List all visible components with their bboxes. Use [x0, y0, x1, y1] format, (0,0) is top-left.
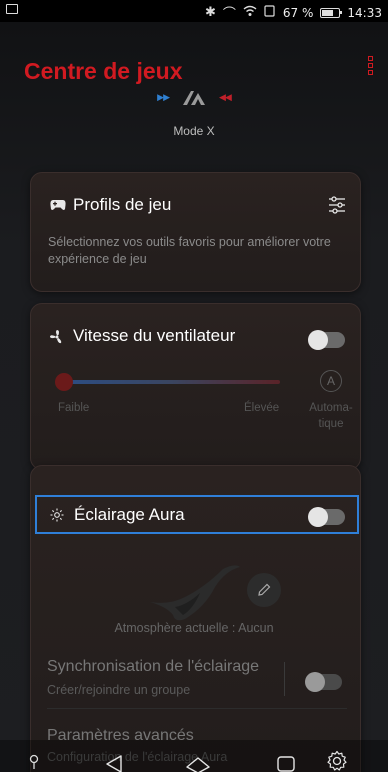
x-mode-icon — [183, 91, 205, 105]
fan-auto-label-line2: tique — [318, 418, 344, 430]
status-bar: ✱ ⌒ 67 % 14:33 — [0, 0, 388, 22]
mode-label: Mode X — [173, 124, 215, 138]
menu-icon[interactable] — [368, 56, 374, 75]
fan-speed-toggle[interactable] — [308, 330, 345, 350]
current-atmosphere-label: Atmosphère actuelle : Aucun — [114, 621, 274, 635]
clock: 14:33 — [347, 5, 382, 20]
section-divider — [47, 708, 347, 709]
location-pin-icon[interactable] — [28, 754, 40, 770]
pencil-icon — [258, 583, 271, 596]
fan-speed-card: Vitesse du ventilateur — [30, 303, 361, 470]
recents-icon[interactable] — [276, 755, 296, 772]
sliders-icon[interactable] — [328, 195, 346, 215]
mode-x-logo[interactable]: ▶▶ ◀◀ — [154, 88, 234, 108]
fan-speed-slider-thumb[interactable] — [55, 373, 73, 391]
back-icon[interactable] — [104, 754, 124, 772]
settings-gear-icon[interactable] — [326, 750, 348, 772]
fan-icon — [50, 330, 62, 344]
red-arrows-icon: ◀◀ — [219, 93, 232, 103]
edit-lighting-button[interactable] — [247, 573, 281, 607]
page-title: Centre de jeux — [24, 58, 183, 84]
aura-lighting-row-highlight[interactable] — [35, 495, 359, 534]
sync-divider — [284, 662, 285, 696]
bluetooth-icon: ✱ — [204, 5, 216, 20]
sync-lighting-subtitle: Créer/rejoindre un groupe — [47, 683, 191, 697]
fan-low-label: Faible — [58, 402, 90, 414]
battery-saver-icon — [264, 4, 276, 21]
fan-auto-label-line1: Automa- — [309, 402, 353, 414]
game-center-app: Centre de jeux ▶▶ ◀◀ Mode X Profils de j… — [0, 22, 388, 772]
rog-logo-icon — [150, 565, 240, 621]
wifi-icon — [243, 5, 257, 21]
sync-lighting-toggle[interactable] — [305, 672, 342, 692]
battery-icon — [320, 7, 343, 18]
home-icon[interactable] — [185, 754, 211, 772]
fan-speed-slider-track[interactable] — [64, 380, 280, 384]
game-profiles-description: Sélectionnez vos outils favoris pour amé… — [48, 235, 331, 266]
navigation-bar — [0, 740, 388, 772]
blue-arrows-icon: ▶▶ — [157, 93, 170, 103]
game-profiles-card[interactable]: Profils de jeu Sélectionnez vos outils f… — [30, 172, 361, 292]
status-icons: ✱ ⌒ 67 % 14:33 — [205, 3, 382, 22]
sync-lighting-title[interactable]: Synchronisation de l'éclairage — [47, 658, 259, 676]
battery-percent: 67 % — [282, 5, 314, 20]
image-notification-icon — [6, 4, 18, 14]
vibrate-icon: ⌒ — [222, 7, 236, 22]
fan-high-label: Élevée — [244, 402, 280, 414]
auto-mode-icon[interactable]: A — [320, 370, 342, 392]
fan-speed-title: Vitesse du ventilateur — [73, 326, 236, 345]
gamepad-icon — [50, 200, 66, 210]
game-profiles-title: Profils de jeu — [73, 195, 172, 214]
